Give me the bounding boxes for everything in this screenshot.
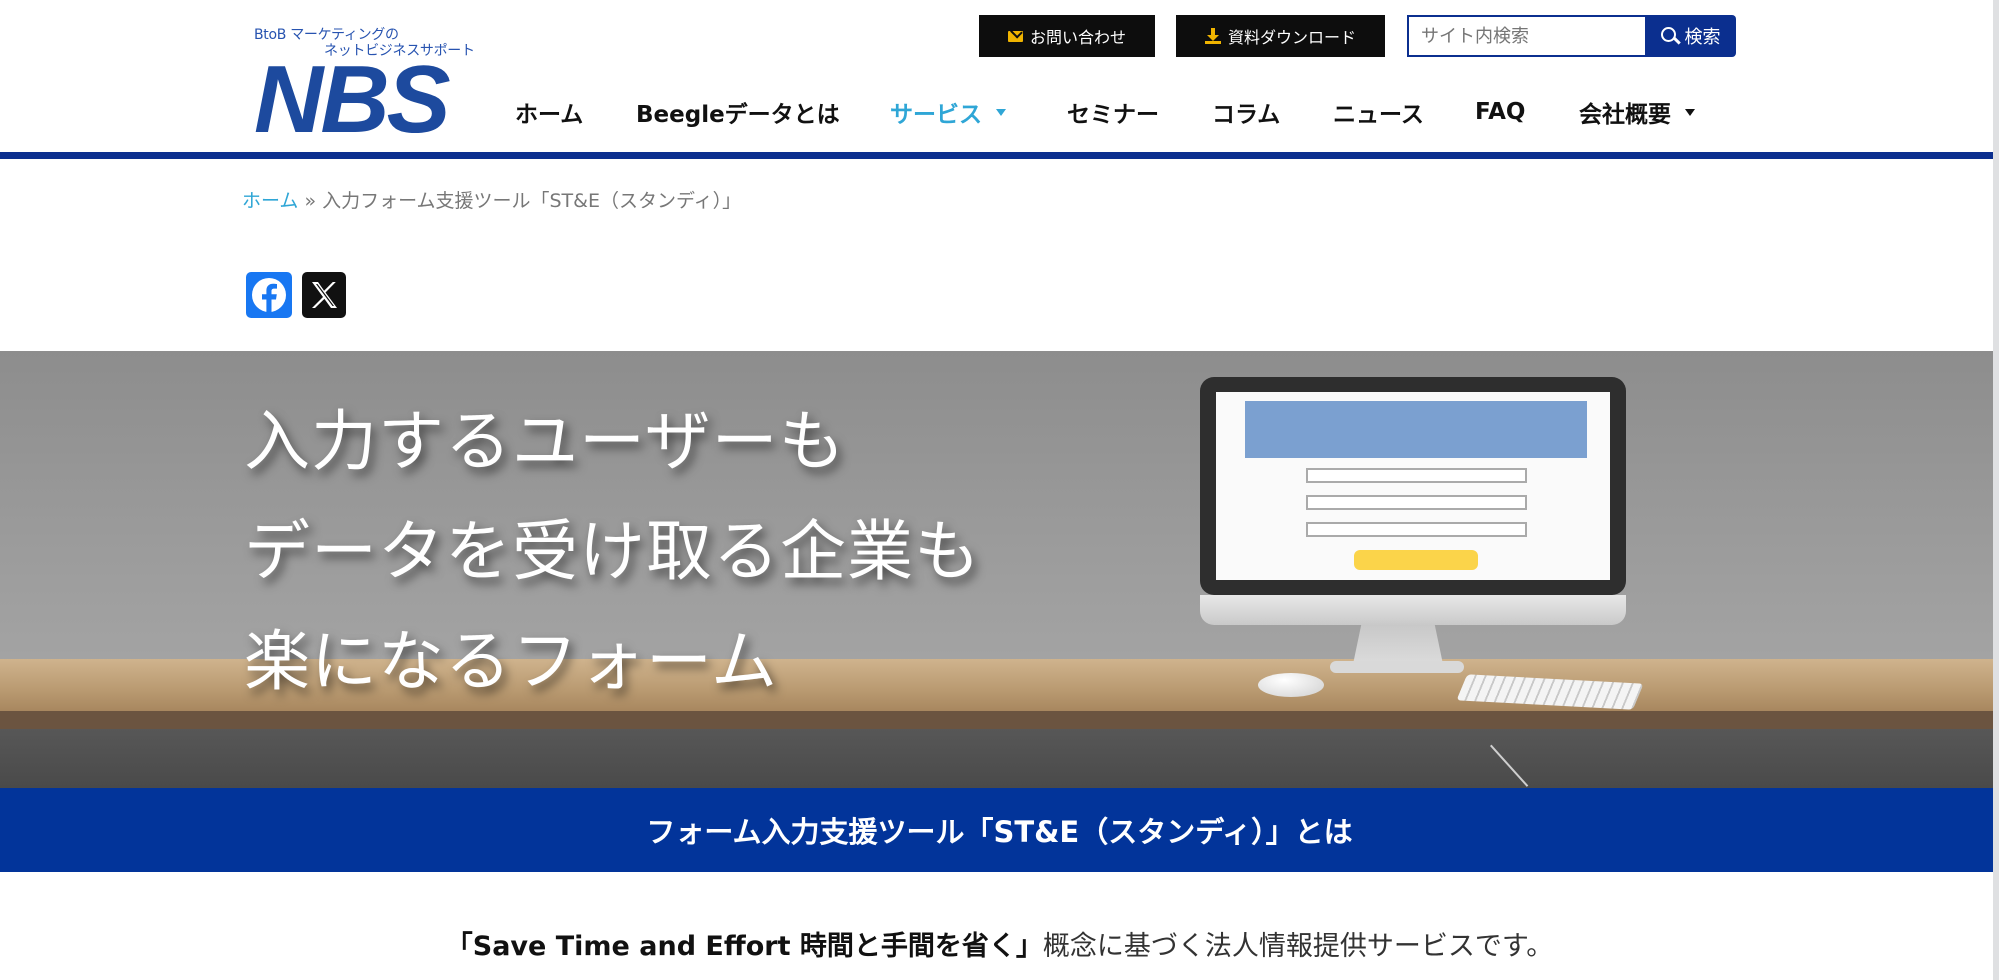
- form-header-graphic: [1245, 401, 1587, 458]
- search-button-label: 検索: [1684, 27, 1721, 48]
- facebook-icon[interactable]: [246, 272, 292, 318]
- nav-item-label: Beegleデータとは: [636, 102, 840, 128]
- nbs-logo[interactable]: BtoB マーケティングの ネットビジネスサポート NBS: [254, 22, 475, 148]
- intro-emphasis: 「Save Time and Effort 時間と手間を省く」: [445, 931, 1043, 962]
- nav-item-seminar[interactable]: セミナー: [1067, 92, 1159, 132]
- nav-item-label: コラム: [1212, 102, 1281, 128]
- nav-item-label: サービス: [890, 102, 982, 128]
- intro-rest: 概念に基づく法人情報提供サービスです。: [1042, 931, 1554, 962]
- search-button[interactable]: 検索: [1645, 15, 1736, 57]
- nav-item-label: FAQ: [1475, 99, 1526, 125]
- section-title-bar: フォーム入力支援ツール「ST&E（スタンディ）」とは: [0, 788, 1999, 872]
- form-field-graphic: [1306, 495, 1527, 510]
- search-icon: [1660, 27, 1681, 45]
- nav-item-label: セミナー: [1067, 102, 1159, 128]
- envelope-icon: [1007, 30, 1023, 42]
- hero-banner: 入力するユーザーも データを受け取る企業も 楽になるフォーム: [0, 351, 1999, 788]
- chevron-down-icon: [996, 108, 1006, 116]
- nav-item-label: 会社概要: [1579, 102, 1671, 128]
- nav-item-column[interactable]: コラム: [1212, 92, 1280, 132]
- logo-mark: NBS: [254, 46, 451, 153]
- form-field-graphic: [1306, 468, 1527, 483]
- nav-item-home[interactable]: ホーム: [515, 92, 583, 132]
- x-icon[interactable]: [302, 272, 346, 318]
- page: BtoB マーケティングの ネットビジネスサポート NBS お問い合わせ 資料ダ…: [0, 0, 1999, 980]
- hero-headline-line: 楽になるフォーム: [244, 623, 779, 700]
- nav-item-news[interactable]: ニュース: [1333, 92, 1424, 132]
- contact-button-label: お問い合わせ: [1029, 28, 1126, 47]
- site-header: BtoB マーケティングの ネットビジネスサポート NBS お問い合わせ 資料ダ…: [0, 0, 1999, 152]
- chevron-down-icon: [1685, 108, 1695, 116]
- window-edge: [1993, 0, 1999, 980]
- nav-item-label: ホーム: [515, 102, 584, 128]
- hero-headline-line: データを受け取る企業も: [244, 513, 981, 590]
- download-icon: [1204, 28, 1221, 44]
- hero-headline: 入力するユーザーも データを受け取る企業も 楽になるフォーム: [244, 387, 981, 717]
- download-button[interactable]: 資料ダウンロード: [1176, 15, 1385, 57]
- nav-item-label: ニュース: [1333, 102, 1424, 128]
- hero-headline-line: 入力するユーザーも: [244, 403, 846, 480]
- mouse-illustration: [1258, 673, 1324, 697]
- breadcrumb: ホーム » 入力フォーム支援ツール「ST&E（スタンディ）」: [242, 186, 741, 213]
- nav-item-beegle[interactable]: Beegleデータとは: [636, 92, 840, 132]
- section-title: フォーム入力支援ツール「ST&E（スタンディ）」とは: [646, 815, 1353, 849]
- download-button-label: 資料ダウンロード: [1227, 28, 1356, 47]
- nav-item-services[interactable]: サービス: [890, 92, 1006, 132]
- nav-item-company[interactable]: 会社概要: [1579, 92, 1695, 132]
- contact-button[interactable]: お問い合わせ: [979, 15, 1155, 57]
- breadcrumb-home-link[interactable]: ホーム: [242, 190, 298, 212]
- site-search-input[interactable]: [1407, 15, 1647, 57]
- form-field-graphic: [1306, 522, 1527, 537]
- breadcrumb-separator: »: [304, 190, 317, 212]
- form-submit-graphic: [1354, 550, 1478, 570]
- breadcrumb-current: 入力フォーム支援ツール「ST&E（スタンディ）」: [322, 190, 742, 212]
- nav-item-faq[interactable]: FAQ: [1475, 92, 1525, 132]
- intro-text: 「Save Time and Effort 時間と手間を省く」概念に基づく法人情…: [0, 924, 1999, 963]
- header-divider: [0, 152, 1999, 159]
